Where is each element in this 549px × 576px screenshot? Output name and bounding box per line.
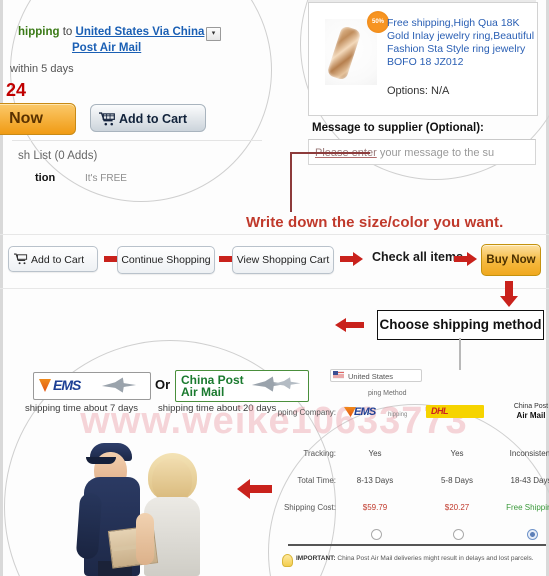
wish-list-count: (0 Adds) [54,150,98,162]
total-time-ems: 8-13 Days [356,476,394,485]
price-text: 24 [6,80,27,100]
choose-shipping-method-box: Choose shipping method [377,310,544,340]
courier-cap-brim [86,457,116,464]
arrow-left-icon-2 [237,479,272,499]
china-post-shipping-time-text: shipping time about 20 days [158,403,277,414]
flow-add-to-cart-button[interactable]: Add to Cart [8,246,98,272]
shipping-option-radios [268,526,549,542]
cart-icon [99,112,115,126]
annotation-connector-horizontal [290,152,370,154]
cart-item-box: 50% Free shipping,High Qua 18K Gold Inla… [308,2,538,116]
important-note-bold: IMPORTANT: [296,555,336,562]
chevron-down-icon[interactable]: ▾ [206,27,221,41]
tracking-ems: Yes [368,449,382,458]
courier-arm [75,492,103,560]
table-bottom-rule [288,544,546,546]
buy-now-button-top[interactable]: Now [0,103,76,135]
tracking-dhl: Yes [450,449,464,458]
china-post-line2: Air Mail [181,385,225,399]
ems-shipping-time-text: shipping time about 7 days [25,403,139,414]
shipping-label: hipping [18,26,60,38]
flow-divider-bottom [0,288,549,289]
add-to-cart-button-top[interactable]: Add to Cart [90,104,206,132]
row-label-total-time: Total Time: [297,476,336,485]
china-post-logo-line1: China Post [513,403,549,410]
ems-carrier-box: EMS [33,372,151,400]
flow-buy-now-button[interactable]: Buy Now [481,244,541,276]
ring-product-image [326,25,362,81]
cart-item-crop-right: 50% Free shipping,High Qua 18K Gold Inla… [304,0,544,182]
divider-line [12,140,262,141]
total-time-china-post: 18-43 Days [510,476,549,485]
product-title-link[interactable]: Free shipping,High Qua 18K Gold Inlay je… [387,17,539,69]
table-row-shipping-cost: Shipping Cost: $59.79 $20.27 Free Shippi… [268,497,549,524]
cart-icon [14,253,28,265]
dispatch-time-text: within 5 days [10,63,74,75]
row-label-tracking: Tracking: [303,449,336,458]
shipping-destination-link-line2[interactable]: Post Air Mail [72,42,141,54]
size-color-annotation: Write down the size/color you want. [246,214,504,231]
important-note: IMPORTANT: China Post Air Mail deliverie… [282,554,538,563]
checkout-flow-row: Add to Cart Continue Shopping View Shopp… [0,244,549,278]
message-to-supplier-label: Message to supplier (Optional): [312,122,484,134]
annotation-connector-vertical [290,152,292,212]
flow-continue-shopping-button[interactable]: Continue Shopping [117,246,215,274]
shipping-to-word: to [62,26,73,38]
important-note-text: China Post Air Mail deliveries might res… [335,555,534,562]
buyer-protection-label: tion [35,172,56,184]
or-label: Or [155,377,171,392]
arrow-down-icon-1 [500,281,518,307]
radio-ems[interactable] [371,529,382,540]
row-label-shipping-company: pping Company: [277,408,336,417]
table-row-total-time: Total Time: 8-13 Days 5-8 Days 18-43 Day… [268,470,549,497]
delivery-photo [48,435,228,576]
shipping-destination-link[interactable]: United States Via China [76,26,205,38]
total-time-dhl: 5-8 Days [440,476,473,485]
ems-triangle-icon [39,379,51,392]
radio-china-post[interactable] [527,529,538,540]
row-label-shipping-cost: Shipping Cost: [283,503,336,512]
table-row-tracking: Tracking: Yes Yes Inconsistent [268,443,549,470]
its-free-label: It's FREE [85,173,127,184]
us-flag-icon [333,371,344,379]
arrow-right-icon-4 [454,252,477,266]
shipping-comparison-table: Tracking: Yes Yes Inconsistent Total Tim… [268,417,549,524]
screenshot-root: hipping to United States Via China Post … [0,0,549,576]
product-page-crop-left: hipping to United States Via China Post … [0,0,280,200]
dhl-logo-text: DHL [431,406,449,416]
add-to-cart-label-top: Add to Cart [119,112,188,126]
product-options-text: Options: N/A [387,85,450,97]
arrow-right-icon-3 [340,252,363,266]
flow-divider-top [0,234,549,235]
shipping-cost-dhl: $20.27 [444,503,470,512]
discount-badge: 50% [367,11,389,33]
wish-list-label: sh List [18,150,52,162]
shipping-cost-china-post: Free Shipping [506,503,549,512]
shipping-method-heading: ping Method [368,390,407,397]
radio-dhl[interactable] [453,529,464,540]
message-placeholder-rest: your message to the su [376,147,495,159]
shipping-method-table-crop: United States ping Method hipping pping … [268,360,549,576]
airplane-icon-ems [101,377,137,393]
shipping-destination-row: hipping to United States Via China [18,26,268,38]
ems-logo-text: EMS [53,377,81,393]
arrow-left-icon-1 [335,318,364,332]
flow-add-to-cart-label: Add to Cart [31,254,85,266]
flow-check-all-items-text: Check all items [372,250,464,264]
shipping-cost-ems: $59.79 [362,503,388,512]
tracking-china-post: Inconsistent [509,449,549,458]
flow-view-shopping-cart-button[interactable]: View Shopping Cart [232,246,334,274]
woman-arm [136,513,154,565]
wish-list-row[interactable]: sh List (0 Adds) [18,150,97,162]
